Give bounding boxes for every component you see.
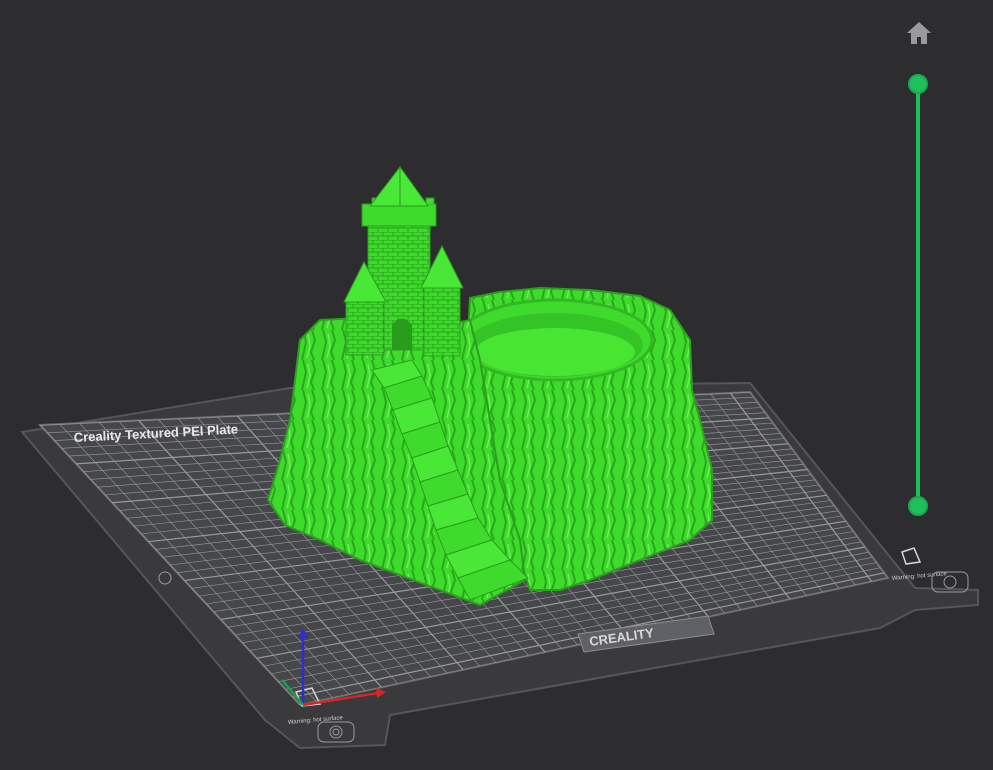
- castle: [343, 166, 464, 357]
- layer-slider-upper-handle[interactable]: [908, 74, 928, 94]
- home-button[interactable]: [905, 20, 933, 46]
- castle-gate: [392, 318, 412, 350]
- layer-slider-lower-handle[interactable]: [908, 496, 928, 516]
- home-icon: [907, 22, 931, 44]
- castle-right-turret: [423, 285, 461, 357]
- castle-main-spire: [368, 166, 429, 207]
- castle-left-turret: [345, 299, 385, 356]
- model-castle-planter[interactable]: [266, 166, 713, 607]
- 3d-viewport[interactable]: Creality Textured PEI Plate CREALITY War…: [0, 0, 993, 770]
- layer-slider-track[interactable]: [916, 84, 920, 506]
